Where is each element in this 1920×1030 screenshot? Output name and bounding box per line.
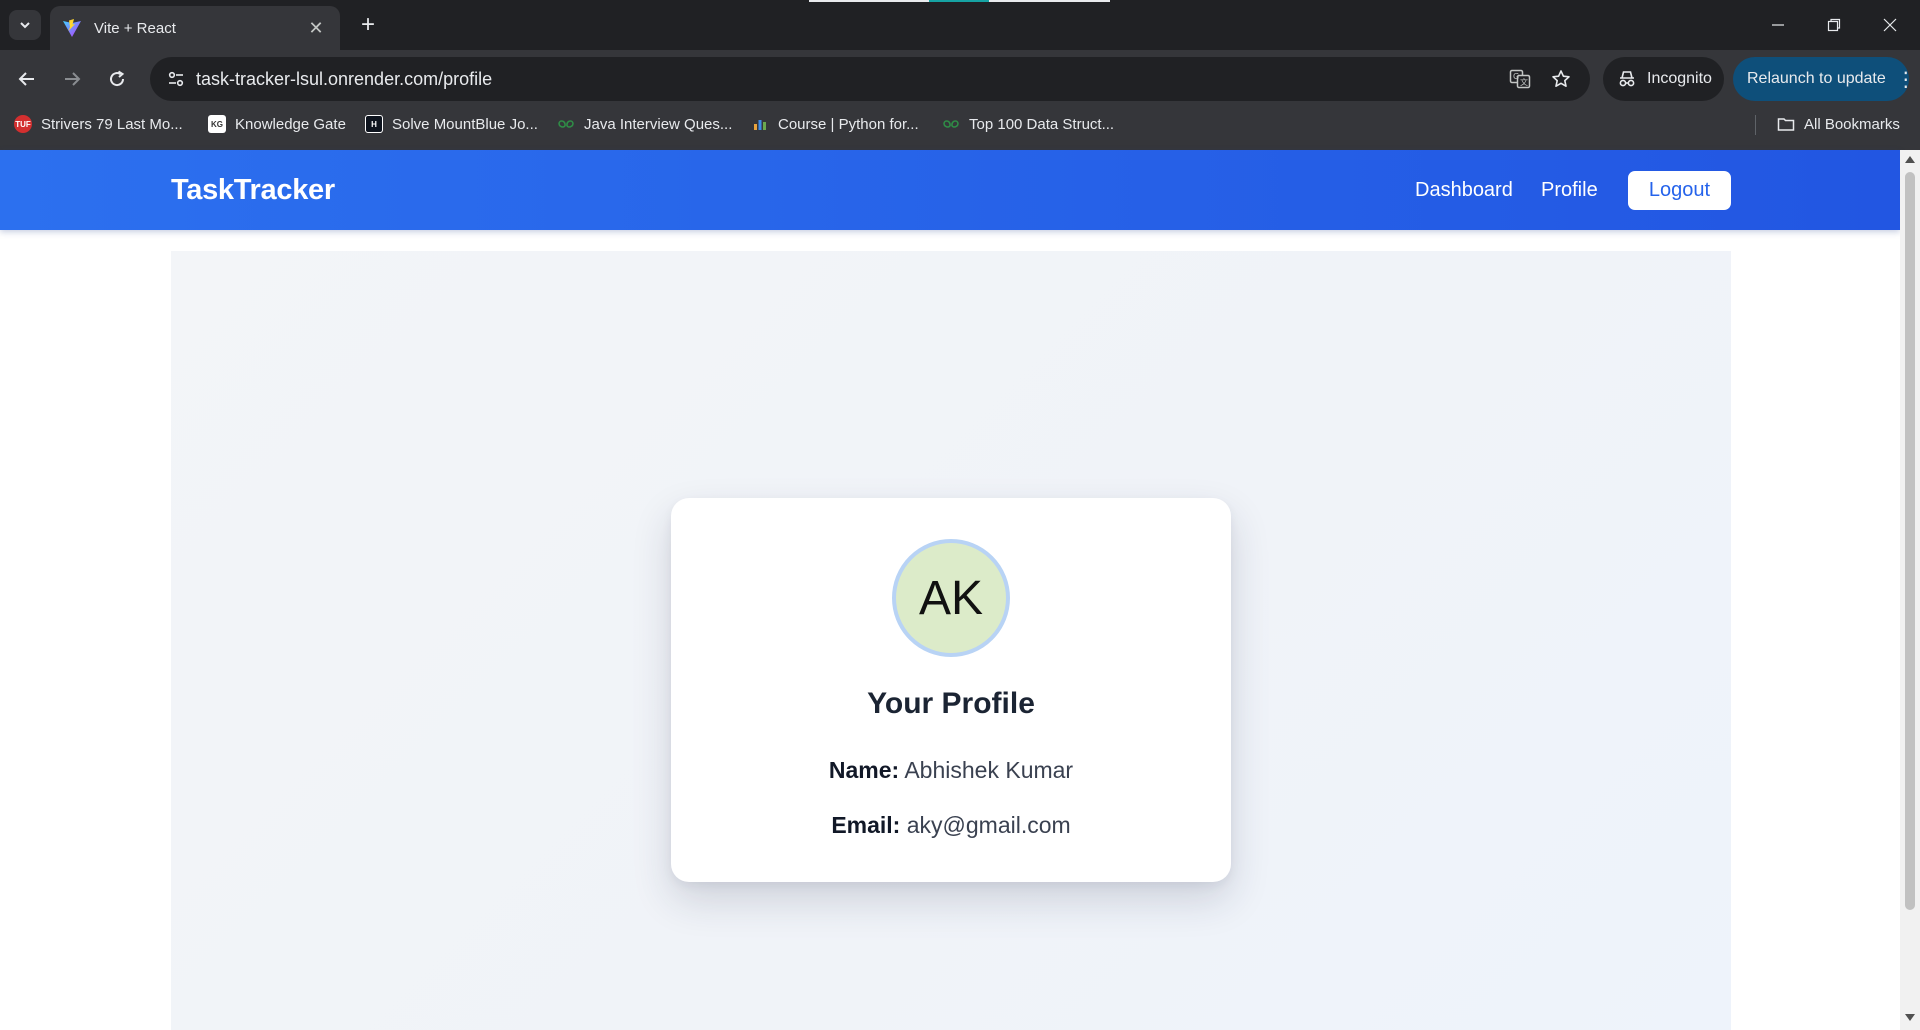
scroll-up-arrow-icon[interactable]	[1905, 156, 1915, 163]
incognito-icon	[1619, 71, 1635, 87]
nav-link-dashboard[interactable]: Dashboard	[1415, 179, 1513, 202]
translate-icon: G文	[1509, 69, 1531, 89]
tab-search-button[interactable]	[9, 10, 41, 40]
bookmark-item[interactable]: Java Interview Ques...	[557, 108, 732, 140]
bookmark-label: Top 100 Data Struct...	[969, 115, 1115, 133]
bookmark-item[interactable]: Course | Python for...	[751, 108, 919, 140]
email-label: Email:	[831, 812, 901, 838]
all-bookmarks-label: All Bookmarks	[1804, 115, 1900, 133]
profile-name-row: Name: Abhishek Kumar	[671, 757, 1231, 784]
name-label: Name:	[828, 757, 900, 783]
relaunch-button[interactable]: Relaunch to update ⋮	[1733, 57, 1916, 101]
restore-button[interactable]	[1806, 0, 1862, 50]
page-scrollbar[interactable]	[1900, 150, 1920, 1030]
name-value: Abhishek Kumar	[904, 757, 1074, 783]
bookmark-label: Course | Python for...	[778, 115, 919, 133]
arrow-left-icon	[18, 72, 34, 86]
profile-email-row: Email: aky@gmail.com	[671, 812, 1231, 839]
star-icon	[1552, 70, 1570, 87]
bookmark-item[interactable]: TUF Strivers 79 Last Mo...	[14, 108, 183, 140]
tuf-icon: TUF	[14, 115, 32, 133]
gfg-icon	[943, 120, 959, 128]
back-button[interactable]	[9, 61, 45, 97]
bookmark-label: Knowledge Gate	[235, 115, 346, 133]
reload-icon	[110, 70, 125, 87]
site-info-button[interactable]	[162, 65, 190, 93]
bookmark-item[interactable]: KG Knowledge Gate	[208, 108, 346, 140]
minimize-button[interactable]	[1750, 0, 1806, 50]
scrollbar-thumb[interactable]	[1905, 172, 1915, 910]
all-bookmarks-button[interactable]: All Bookmarks	[1777, 108, 1900, 140]
gfg-icon	[558, 120, 574, 128]
svg-text:G: G	[1513, 72, 1519, 81]
url-text[interactable]: task-tracker-lsul.onrender.com/profile	[196, 69, 492, 90]
knowledge-gate-icon: KG	[208, 115, 226, 133]
brand-logo[interactable]: TaskTracker	[171, 174, 335, 207]
close-icon	[1883, 18, 1897, 32]
window-top-indicator-accent	[929, 0, 989, 2]
new-tab-button[interactable]: +	[352, 10, 384, 40]
arrow-right-icon	[65, 72, 81, 86]
forward-button[interactable]	[54, 61, 90, 97]
tab-close-icon[interactable]: ✕	[306, 18, 326, 39]
hackerrank-icon: H	[365, 115, 383, 133]
bookmark-star-button[interactable]	[1548, 66, 1574, 92]
bookmark-item[interactable]: H Solve MountBlue Jo...	[365, 108, 538, 140]
incognito-label: Incognito	[1647, 70, 1712, 87]
page-title: Your Profile	[867, 687, 1035, 720]
chevron-down-icon	[20, 22, 30, 29]
avatar: AK	[892, 539, 1010, 657]
reload-button[interactable]	[99, 61, 135, 97]
tab-title: Vite + React	[94, 19, 176, 37]
bookmarks-bar: TUF Strivers 79 Last Mo... KG Knowledge …	[0, 108, 1920, 150]
folder-icon	[1777, 118, 1795, 131]
translate-button[interactable]: G文	[1507, 66, 1533, 92]
relaunch-label: Relaunch to update	[1747, 70, 1886, 87]
bookmark-label: Solve MountBlue Jo...	[392, 115, 538, 133]
vite-logo-icon	[63, 19, 81, 37]
active-tab[interactable]: Vite + React ✕	[50, 6, 340, 50]
email-value: aky@gmail.com	[906, 812, 1071, 838]
minimize-icon	[1772, 24, 1784, 26]
nav-link-profile[interactable]: Profile	[1541, 179, 1598, 202]
bookmark-label: Strivers 79 Last Mo...	[41, 115, 183, 133]
logout-button[interactable]: Logout	[1628, 171, 1731, 210]
bookmark-label: Java Interview Ques...	[584, 115, 733, 133]
incognito-indicator[interactable]: Incognito	[1603, 57, 1724, 101]
more-options-icon[interactable]: ⋮	[1896, 67, 1916, 92]
bookmark-item[interactable]: Top 100 Data Struct...	[942, 108, 1114, 140]
profile-card: AK Your Profile Name: Abhishek Kumar Ema…	[671, 498, 1231, 882]
svg-text:文: 文	[1520, 77, 1528, 87]
tab-strip: Vite + React ✕ +	[0, 0, 1920, 50]
course-icon	[754, 120, 766, 130]
restore-icon	[1827, 18, 1841, 32]
bookmarks-separator	[1755, 115, 1756, 135]
close-window-button[interactable]	[1862, 0, 1918, 50]
browser-toolbar: task-tracker-lsul.onrender.com/profile G…	[0, 50, 1920, 108]
address-bar[interactable]: task-tracker-lsul.onrender.com/profile G…	[150, 57, 1590, 101]
app-navbar: TaskTracker Dashboard Profile Logout	[0, 150, 1900, 230]
scroll-down-arrow-icon[interactable]	[1905, 1014, 1915, 1021]
tune-icon	[168, 71, 184, 87]
